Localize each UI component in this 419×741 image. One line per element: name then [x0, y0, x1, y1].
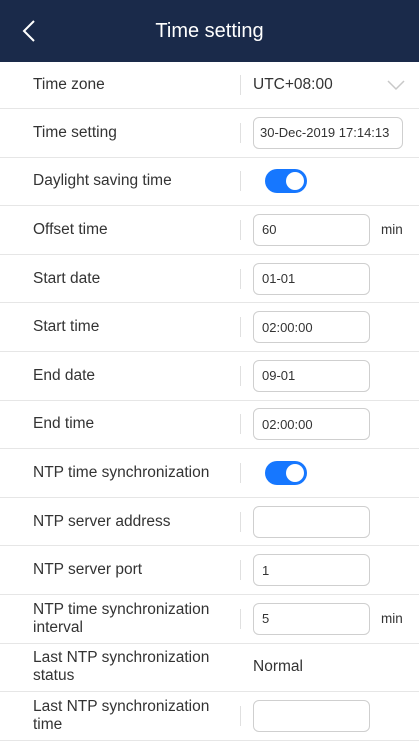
- settings-list: Time zone UTC+08:00 Time setting 30-Dec-…: [0, 62, 419, 741]
- back-button[interactable]: [14, 14, 44, 48]
- start-date-row: Start date 01-01: [0, 255, 419, 304]
- time-zone-select[interactable]: UTC+08:00: [253, 76, 333, 94]
- ntp-address-row: NTP server address: [0, 498, 419, 547]
- end-date-field[interactable]: 09-01: [253, 359, 370, 392]
- page-title: Time setting: [155, 19, 264, 42]
- dst-label: Daylight saving time: [33, 172, 172, 190]
- start-date-field[interactable]: 01-01: [253, 262, 370, 295]
- last-status-label: Last NTP synchronization status: [33, 649, 210, 685]
- divider: [240, 462, 241, 483]
- ntp-sync-toggle[interactable]: [265, 460, 307, 485]
- end-time-label: End time: [33, 415, 95, 433]
- divider: [240, 608, 241, 629]
- ntp-address-label: NTP server address: [33, 512, 171, 530]
- divider: [240, 122, 241, 143]
- divider: [240, 75, 241, 95]
- divider: [240, 560, 241, 581]
- divider: [240, 365, 241, 386]
- ntp-port-field[interactable]: 1: [253, 554, 370, 587]
- toggle-knob: [286, 172, 304, 191]
- divider: [240, 268, 241, 289]
- last-status-row: Last NTP synchronization status Normal: [0, 644, 419, 693]
- last-time-field: [253, 699, 370, 732]
- start-time-row: Start time 02:00:00: [0, 303, 419, 352]
- ntp-port-row: NTP server port 1: [0, 546, 419, 595]
- ntp-port-label: NTP server port: [33, 561, 143, 579]
- time-setting-row: Time setting 30-Dec-2019 17:14:13: [0, 109, 419, 158]
- toggle-knob: [286, 463, 304, 482]
- offset-row: Offset time 60 min: [0, 206, 419, 255]
- end-time-row: End time 02:00:00: [0, 401, 419, 450]
- start-time-field[interactable]: 02:00:00: [253, 311, 370, 344]
- start-time-label: Start time: [33, 318, 100, 336]
- offset-unit: min: [381, 222, 403, 238]
- end-time-field[interactable]: 02:00:00: [253, 408, 370, 441]
- time-zone-row[interactable]: Time zone UTC+08:00: [0, 62, 419, 109]
- chevron-left-icon: [22, 20, 35, 42]
- offset-field[interactable]: 60: [253, 213, 370, 246]
- divider: [240, 511, 241, 532]
- ntp-sync-row: NTP time synchronization: [0, 449, 419, 498]
- time-zone-label: Time zone: [33, 76, 105, 93]
- end-date-row: End date 09-01: [0, 352, 419, 401]
- chevron-down-icon[interactable]: [386, 79, 406, 91]
- ntp-interval-unit: min: [381, 611, 403, 627]
- end-date-label: End date: [33, 366, 96, 384]
- divider: [240, 317, 241, 338]
- ntp-interval-row: NTP time synchronization interval 5 min: [0, 595, 419, 644]
- offset-label: Offset time: [33, 220, 108, 238]
- ntp-interval-field[interactable]: 5: [253, 602, 370, 635]
- time-setting-field[interactable]: 30-Dec-2019 17:14:13: [253, 116, 403, 149]
- start-date-label: Start date: [33, 269, 101, 287]
- time-setting-label: Time setting: [33, 123, 117, 141]
- divider: [240, 171, 241, 192]
- last-status-value: Normal: [253, 658, 303, 676]
- ntp-sync-label: NTP time synchronization: [33, 463, 210, 481]
- top-bar: Time setting: [0, 0, 419, 62]
- divider: [240, 705, 241, 726]
- divider: [240, 219, 241, 240]
- last-time-row: Last NTP synchronization time: [0, 692, 419, 741]
- ntp-interval-label: NTP time synchronization interval: [33, 600, 210, 636]
- ntp-address-field[interactable]: [253, 505, 370, 538]
- dst-row: Daylight saving time: [0, 158, 419, 207]
- dst-toggle[interactable]: [265, 169, 307, 194]
- divider: [240, 414, 241, 435]
